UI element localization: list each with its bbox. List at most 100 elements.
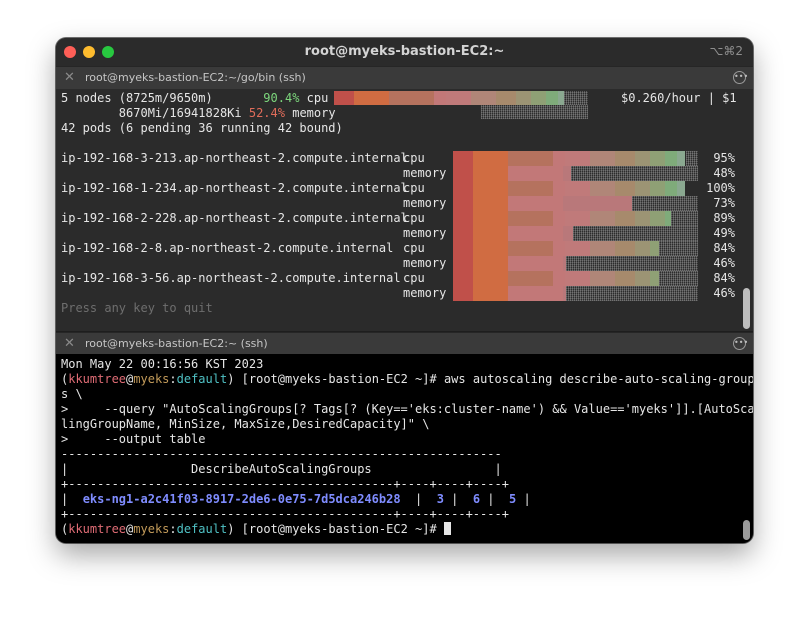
- pod-segment: [508, 211, 553, 226]
- pod-segment: [473, 196, 508, 211]
- pod-segment: [473, 181, 508, 196]
- unused-capacity: [481, 105, 588, 119]
- window-titlebar: root@myeks-bastion-EC2:~ ⌥⌘2: [56, 38, 753, 67]
- pod-segment: [635, 181, 650, 196]
- node-cpu-bar: [453, 151, 698, 166]
- pod-segment: [677, 151, 685, 166]
- pod-segment: [553, 166, 563, 181]
- pod-segment: [453, 211, 473, 226]
- summary-cpu-bar: [334, 91, 588, 105]
- terminal-window: root@myeks-bastion-EC2:~ ⌥⌘2 ✕ root@myek…: [56, 38, 753, 543]
- pod-segment: [354, 91, 389, 105]
- pod-segment: [334, 105, 481, 119]
- pod-segment: [508, 151, 553, 166]
- node-cpu-label: cpu: [403, 151, 425, 165]
- pod-segment: [473, 166, 508, 181]
- pod-segment: [635, 211, 650, 226]
- top-pane-scrollbar[interactable]: [743, 288, 750, 329]
- pod-segment: [635, 151, 650, 166]
- command-line-3: > --query "AutoScalingGroups[? Tags[? (K…: [61, 402, 753, 416]
- summary-memory-line: 8670Mi/16941828Ki 52.4% memory: [118, 106, 336, 120]
- pod-segment: [553, 256, 563, 271]
- text-cursor: [443, 522, 451, 535]
- node-name: ip-192-168-1-234.ap-northeast-2.compute.…: [61, 181, 408, 195]
- pod-segment: [565, 241, 590, 256]
- pod-segment: [565, 271, 590, 286]
- node-memory-bar: [453, 256, 698, 271]
- pod-segment: [473, 286, 508, 301]
- node-memory-percent: 73%: [713, 196, 735, 210]
- pod-segment: [453, 181, 473, 196]
- node-cpu-bar: [453, 271, 698, 286]
- table-title-row: | DescribeAutoScalingGroups |: [61, 462, 502, 476]
- node-cpu-bar: [453, 181, 698, 196]
- active-prompt-line[interactable]: (kkumtree@myeks:default) [root@myeks-bas…: [61, 522, 451, 537]
- table-bottom-border: +---------------------------------------…: [61, 507, 509, 521]
- pod-segment: [453, 286, 473, 301]
- min-size-cell: 3: [436, 492, 444, 506]
- more-icon[interactable]: •••: [733, 71, 748, 84]
- top-pane-terminal[interactable]: 5 nodes (8725m/9650m) 90.4% cpu 8670Mi/1…: [56, 89, 753, 331]
- pod-segment: [590, 271, 615, 286]
- bottom-pane-tabbar[interactable]: ✕ root@myeks-bastion-EC2:~ (ssh) •••: [56, 332, 753, 356]
- node-cpu-label: cpu: [403, 271, 425, 285]
- pod-segment: [453, 151, 473, 166]
- bottom-pane-scrollbar[interactable]: [743, 520, 750, 540]
- pod-segment: [615, 151, 635, 166]
- pod-segment: [553, 241, 565, 256]
- summary-memory-bar: [334, 105, 588, 119]
- node-cpu-percent: 84%: [713, 241, 735, 255]
- pod-segment: [635, 241, 650, 256]
- unused-capacity: [566, 286, 698, 301]
- pod-segment: [508, 286, 553, 301]
- node-cpu-percent: 89%: [713, 211, 735, 225]
- max-size-cell: 6: [472, 492, 481, 506]
- table-mid-border: +---------------------------------------…: [61, 477, 509, 491]
- pod-segment: [473, 211, 508, 226]
- pod-segment: [508, 166, 553, 181]
- pod-segment: [508, 241, 553, 256]
- node-cpu-label: cpu: [403, 211, 425, 225]
- bottom-pane-terminal[interactable]: Mon May 22 00:16:56 KST 2023 (kkumtree@m…: [56, 354, 753, 543]
- node-memory-percent: 46%: [713, 286, 735, 300]
- node-memory-label: memory: [403, 256, 447, 270]
- summary-pods-line: 42 pods (6 pending 36 running 42 bound): [61, 121, 343, 135]
- node-cpu-label: cpu: [403, 241, 425, 255]
- pod-segment: [496, 91, 516, 105]
- node-name: ip-192-168-3-213.ap-northeast-2.compute.…: [61, 151, 408, 165]
- unused-capacity: [564, 91, 588, 105]
- node-memory-label: memory: [403, 286, 447, 300]
- pod-segment: [453, 256, 473, 271]
- pod-segment: [334, 91, 354, 105]
- pod-segment: [650, 271, 659, 286]
- pod-segment: [471, 91, 496, 105]
- pod-segment: [553, 286, 563, 301]
- node-name: ip-192-168-2-228.ap-northeast-2.compute.…: [61, 211, 408, 225]
- more-icon[interactable]: •••: [733, 337, 748, 350]
- unused-capacity: [686, 151, 698, 166]
- window-shortcut: ⌥⌘2: [709, 44, 743, 58]
- close-icon[interactable]: ✕: [64, 336, 75, 351]
- top-pane-tabbar[interactable]: ✕ root@myeks-bastion-EC2:~/go/bin (ssh) …: [56, 66, 753, 90]
- pod-segment: [565, 151, 590, 166]
- node-cpu-percent: 84%: [713, 271, 735, 285]
- pod-segment: [665, 181, 677, 196]
- close-icon[interactable]: ✕: [64, 70, 75, 85]
- pod-segment: [434, 91, 446, 105]
- unused-capacity: [571, 166, 698, 181]
- pod-segment: [531, 91, 546, 105]
- pod-segment: [553, 151, 565, 166]
- node-cpu-bar: [453, 211, 698, 226]
- command-line-5: > --output table: [61, 432, 206, 446]
- pod-segment: [565, 181, 590, 196]
- node-memory-percent: 46%: [713, 256, 735, 270]
- node-memory-label: memory: [403, 196, 447, 210]
- footer-hint: Press any key to quit: [61, 301, 213, 315]
- node-cpu-percent: 100%: [706, 181, 735, 195]
- pod-segment: [473, 151, 508, 166]
- summary-cpu-line: 5 nodes (8725m/9650m) 90.4% cpu: [61, 91, 329, 105]
- desired-capacity-cell: 5: [508, 492, 517, 506]
- bottom-pane-title: root@myeks-bastion-EC2:~ (ssh): [85, 337, 268, 350]
- pod-segment: [553, 226, 563, 241]
- table-top-border: ----------------------------------------…: [61, 447, 502, 461]
